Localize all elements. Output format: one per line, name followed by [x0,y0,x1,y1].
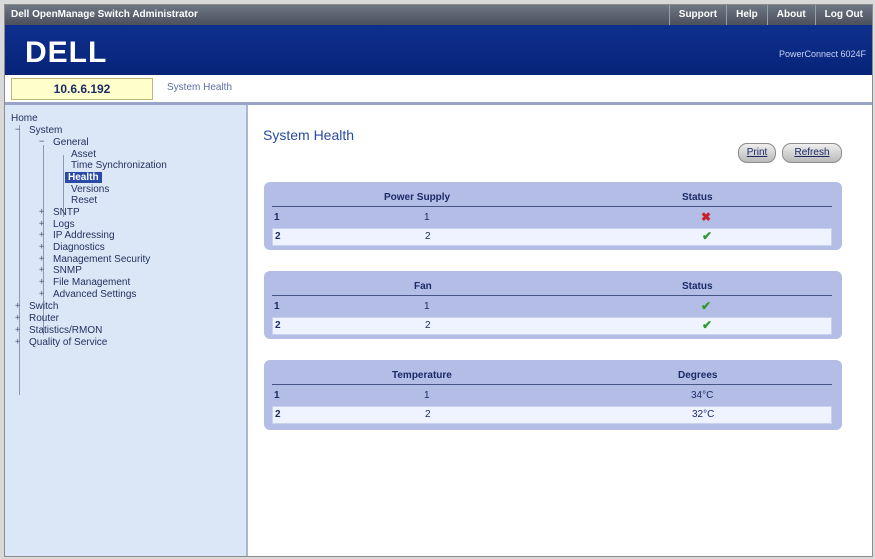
expand-icon[interactable]: + [39,277,44,287]
column-header: Power Supply [384,192,451,203]
tree-logs[interactable]: Logs [53,219,75,230]
tree-versions[interactable]: Versions [71,184,109,195]
row-index: 2 [275,409,281,420]
tree-sntp[interactable]: SNTP [53,207,80,218]
about-link[interactable]: About [766,5,815,25]
expand-icon[interactable]: + [39,265,44,275]
logout-link[interactable]: Log Out [814,5,872,25]
product-name: PowerConnect 6024F [778,49,866,59]
tree-qos[interactable]: Quality of Service [29,337,107,348]
fan-table: Fan Status 1 1 ✔ 2 2 ✔ [264,271,842,339]
header-rule [272,206,832,207]
table-header: Power Supply Status [264,192,842,206]
tree-asset[interactable]: Asset [71,149,96,160]
ok-check-icon: ✔ [702,318,713,332]
degrees-cell: 32°C [692,409,715,420]
tree-general[interactable]: General [53,137,89,148]
expand-icon[interactable]: + [15,325,20,335]
page-title: System Health [263,127,355,143]
error-x-icon: ✖ [701,210,712,224]
tree-health[interactable]: Health [65,172,102,183]
unit-cell: 2 [425,231,431,242]
header-banner: DELL PowerConnect 6024F [5,25,872,75]
expand-icon[interactable]: + [39,289,44,299]
device-ip: 10.6.6.192 [11,78,153,100]
unit-cell: 2 [425,409,431,420]
power-supply-table: Power Supply Status 1 1 ✖ 2 2 ✔ [264,182,842,250]
unit-cell: 1 [424,390,430,401]
tree-file-mgmt[interactable]: File Management [53,277,130,288]
tree-time-sync[interactable]: Time Synchronization [71,160,167,171]
dell-logo: DELL [25,36,108,69]
tree-system[interactable]: System [29,125,62,136]
help-link[interactable]: Help [726,5,767,25]
breadcrumb: System Health [167,82,233,93]
print-button[interactable]: Print [738,143,776,163]
top-menu-bar: Dell OpenManage Switch Administrator Sup… [5,5,872,25]
expand-icon[interactable]: + [39,230,44,240]
address-bar: 10.6.6.192 System Health [5,75,872,105]
tree-switch[interactable]: Switch [29,301,58,312]
tree-statistics[interactable]: Statistics/RMON [29,325,102,336]
header-rule [272,295,832,296]
table-row: 2 2 32°C [272,406,832,424]
tree-reset[interactable]: Reset [71,195,97,206]
expand-icon[interactable]: + [39,219,44,229]
table-header: Fan Status [264,281,842,295]
unit-cell: 2 [425,320,431,331]
degrees-cell: 34°C [691,390,714,401]
column-header: Status [682,192,713,203]
temperature-table: Temperature Degrees 1 1 34°C 2 2 32°C [264,360,842,430]
table-row: 1 1 34°C [272,388,832,404]
tree-diagnostics[interactable]: Diagnostics [53,242,105,253]
table-row: 1 1 ✖ [272,210,832,226]
tree-snmp[interactable]: SNMP [53,265,82,276]
unit-cell: 1 [424,301,430,312]
ok-check-icon: ✔ [702,229,713,243]
row-index: 1 [274,301,280,312]
table-row: 2 2 ✔ [272,317,832,335]
expand-icon[interactable]: + [15,337,20,347]
table-row: 2 2 ✔ [272,228,832,246]
unit-cell: 1 [424,212,430,223]
collapse-icon[interactable]: − [15,125,20,135]
top-menu: Support Help About Log Out [668,5,872,25]
column-header: Degrees [678,370,718,381]
collapse-icon[interactable]: − [39,137,44,147]
expand-icon[interactable]: + [15,301,20,311]
app-title: Dell OpenManage Switch Administrator [11,9,198,20]
app-window: Dell OpenManage Switch Administrator Sup… [4,4,873,557]
tree-ip-addressing[interactable]: IP Addressing [53,230,115,241]
content-area: System Health Print Refresh Power Supply… [248,105,872,556]
ok-check-icon: ✔ [701,299,712,313]
navigation-tree: Home − System − General Asset Time Synch… [5,105,248,556]
column-header: Fan [414,281,432,292]
expand-icon[interactable]: + [39,254,44,264]
tree-mgmt-security[interactable]: Management Security [53,254,150,265]
table-header: Temperature Degrees [264,370,842,384]
table-row: 1 1 ✔ [272,299,832,315]
tree-home[interactable]: Home [11,113,38,124]
support-link[interactable]: Support [668,5,726,25]
row-index: 2 [275,320,281,331]
row-index: 2 [275,231,281,242]
tree-line [19,125,20,395]
expand-icon[interactable]: + [39,207,44,217]
header-rule [272,384,832,385]
expand-icon[interactable]: + [39,242,44,252]
column-header: Temperature [392,370,452,381]
refresh-button[interactable]: Refresh [782,143,842,163]
tree-advanced[interactable]: Advanced Settings [53,289,136,300]
row-index: 1 [274,390,280,401]
column-header: Status [682,281,713,292]
row-index: 1 [274,212,280,223]
tree-router[interactable]: Router [29,313,59,324]
expand-icon[interactable]: + [15,313,20,323]
